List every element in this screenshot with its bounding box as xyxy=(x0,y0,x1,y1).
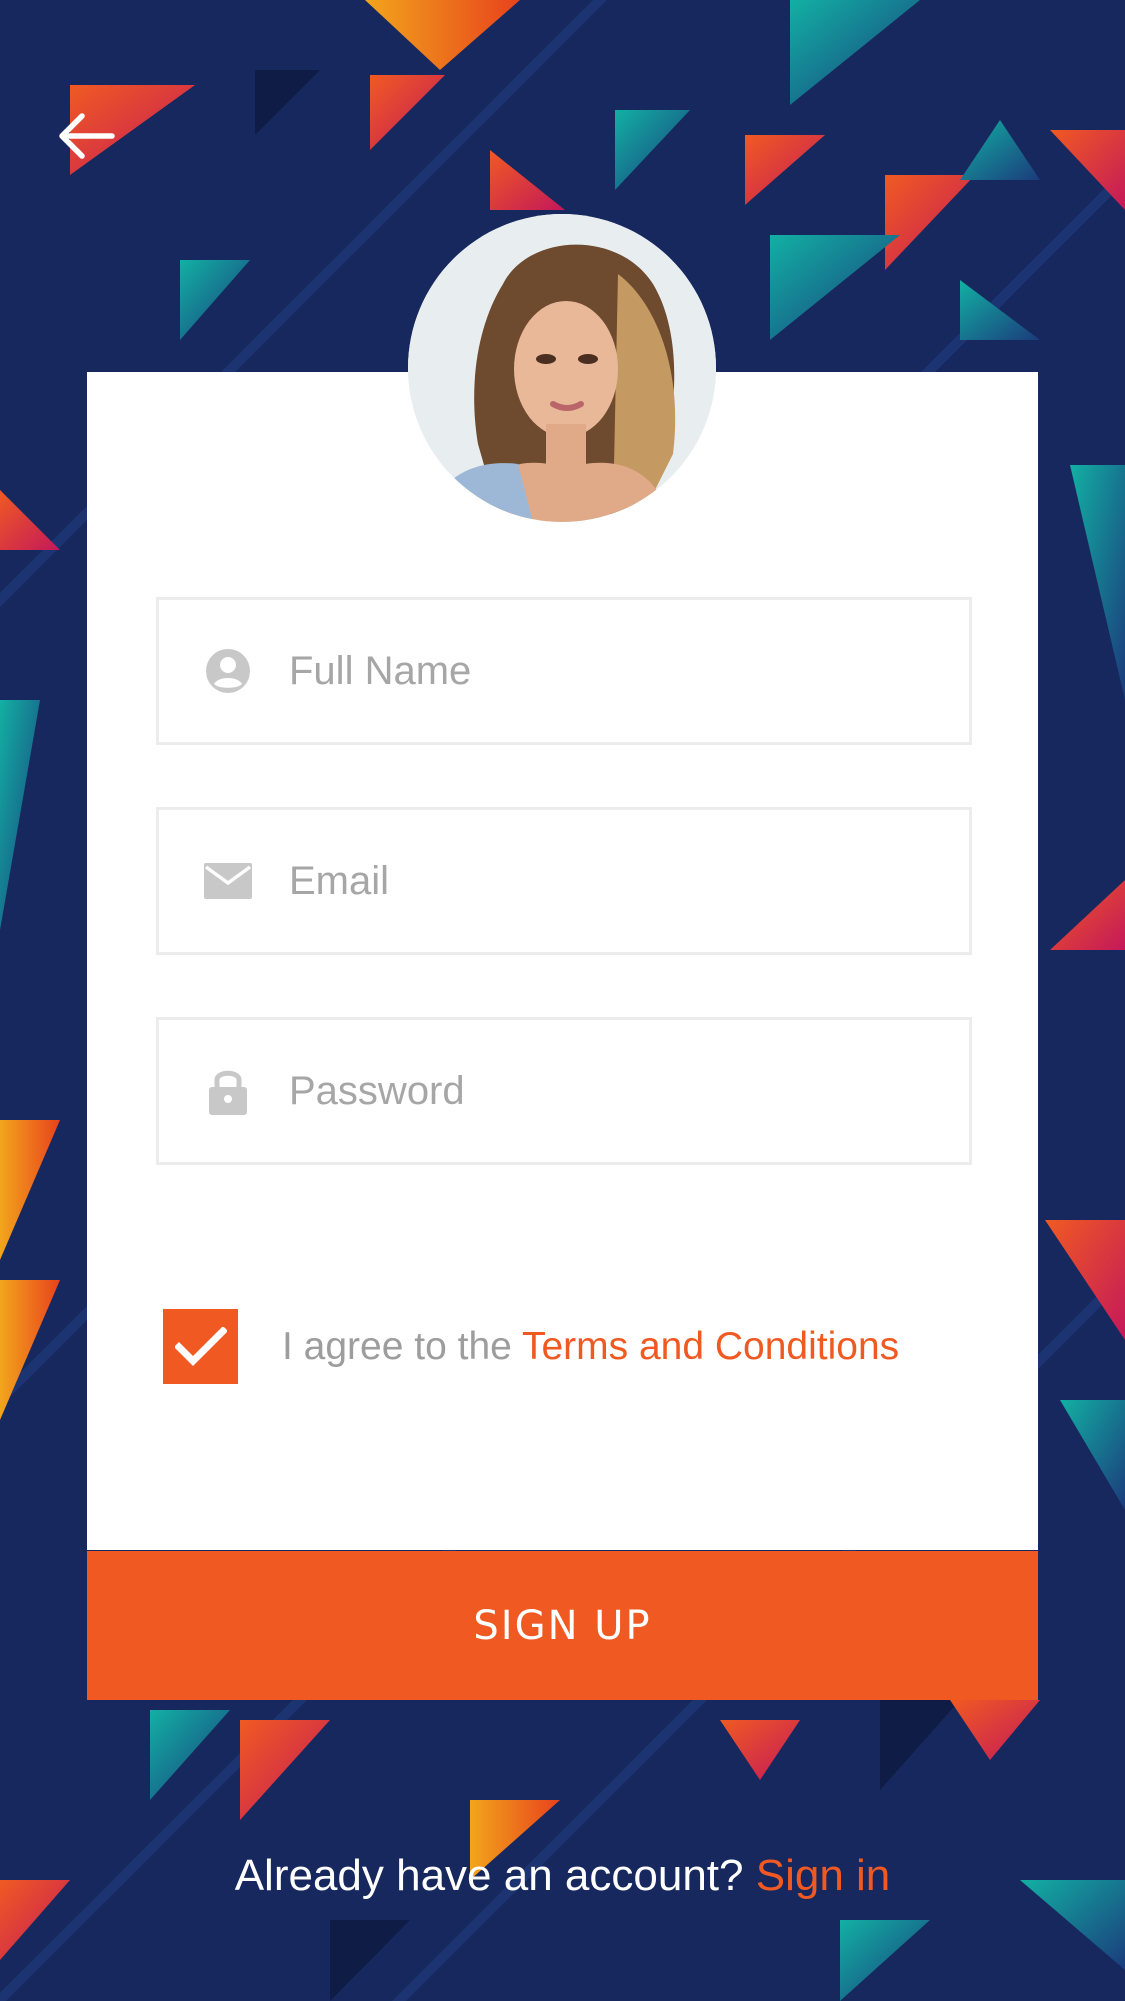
terms-link[interactable]: Terms and Conditions xyxy=(522,1325,899,1368)
arrow-left-icon xyxy=(59,113,115,159)
signup-button[interactable]: SIGN UP xyxy=(87,1551,1038,1700)
terms-agreement-text: I agree to the Terms and Conditions xyxy=(282,1322,899,1372)
terms-prefix: I agree to the xyxy=(282,1325,522,1368)
full-name-input[interactable] xyxy=(289,600,969,742)
email-input[interactable] xyxy=(289,810,969,952)
signin-prompt: Already have an account? Sign in xyxy=(0,1846,1125,1906)
password-input[interactable] xyxy=(289,1020,969,1162)
signin-prompt-text: Already have an account? xyxy=(234,1851,756,1900)
full-name-field[interactable] xyxy=(156,597,972,745)
terms-checkbox[interactable] xyxy=(163,1309,238,1384)
back-button[interactable] xyxy=(50,100,122,172)
user-circle-icon xyxy=(203,646,253,696)
envelope-icon xyxy=(203,856,253,906)
signin-link[interactable]: Sign in xyxy=(756,1851,891,1900)
lock-icon xyxy=(203,1066,253,1116)
password-field[interactable] xyxy=(156,1017,972,1165)
user-photo xyxy=(408,214,716,522)
avatar[interactable] xyxy=(408,214,716,522)
email-field[interactable] xyxy=(156,807,972,955)
checkmark-icon xyxy=(174,1326,227,1366)
